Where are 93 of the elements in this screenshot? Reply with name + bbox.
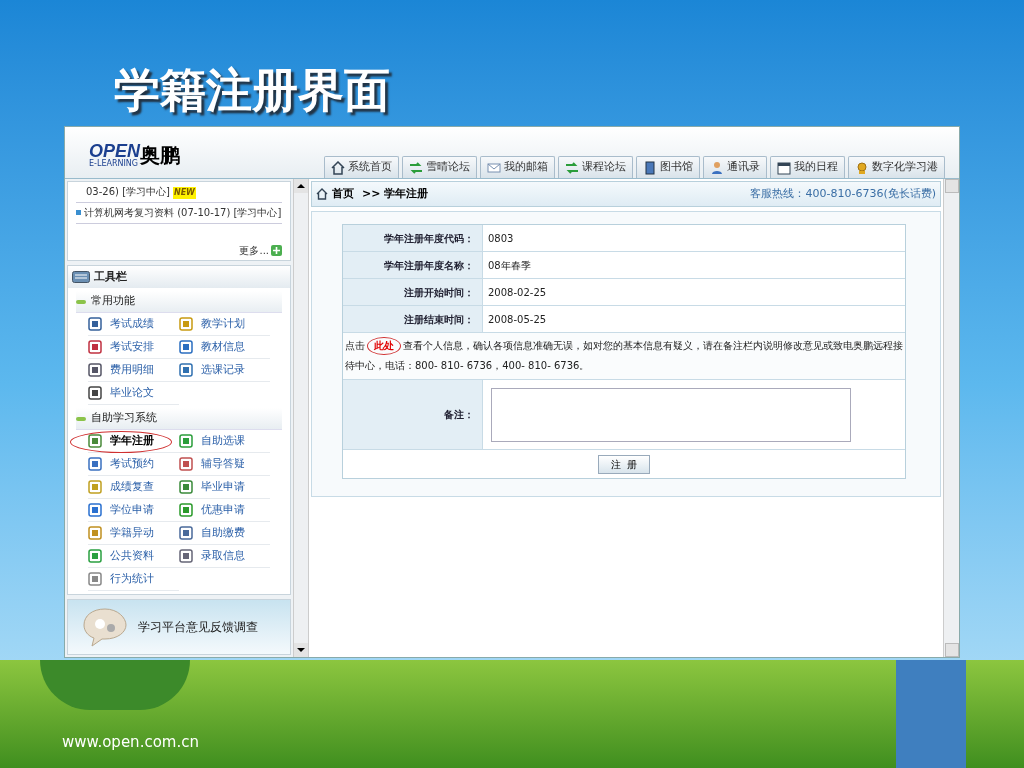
tool-icon bbox=[88, 386, 102, 400]
book-icon bbox=[643, 160, 657, 175]
tool-icon bbox=[88, 317, 102, 331]
breadcrumb-current: >> 学年注册 bbox=[362, 185, 429, 202]
scroll-thumb-bottom[interactable] bbox=[944, 643, 959, 657]
home-link[interactable]: 首页 bbox=[332, 185, 354, 203]
feedback-banner[interactable]: 学习平台意见反馈调查 bbox=[67, 599, 291, 655]
scroll-thumb[interactable] bbox=[944, 179, 959, 193]
nav-tab[interactable]: 我的日程 bbox=[770, 156, 845, 178]
slide-title: 学籍注册界面 bbox=[114, 62, 390, 119]
minus-icon bbox=[76, 299, 86, 304]
minus-icon bbox=[76, 416, 86, 421]
notice-text: 点击 此处 查看个人信息，确认各项信息准确无误，如对您的基本信息有疑义，请在备注栏内说明修改意见或致电奥鹏远程接待中心，电话：800- 810- 6736，400- 810- 6736。 bbox=[345, 336, 903, 376]
section-title[interactable]: 常用功能 bbox=[91, 293, 135, 310]
tool-icon bbox=[179, 457, 193, 471]
nav-tab[interactable]: 系统首页 bbox=[324, 156, 399, 178]
tool-link[interactable]: 毕业申请 bbox=[201, 478, 245, 496]
tool-link[interactable]: 自助选课 bbox=[201, 432, 245, 450]
tool-icon bbox=[179, 363, 193, 377]
scroll-up-icon[interactable] bbox=[294, 179, 308, 193]
tool-icon bbox=[179, 549, 193, 563]
tool-link[interactable]: 毕业论文 bbox=[110, 384, 154, 402]
tool-link[interactable]: 行为统计 bbox=[110, 570, 154, 588]
nav-tab[interactable]: 数字化学习港 bbox=[848, 156, 945, 178]
field-label: 学年注册年度名称： bbox=[343, 252, 483, 278]
main-scrollbar[interactable] bbox=[943, 179, 959, 657]
tool-icon bbox=[88, 434, 102, 448]
field-value: 0803 bbox=[487, 231, 515, 246]
nav-tab[interactable]: 图书馆 bbox=[636, 156, 700, 178]
more-link[interactable]: 更多... bbox=[239, 243, 269, 258]
field-value: 2008-02-25 bbox=[487, 285, 548, 300]
tool-icon bbox=[179, 317, 193, 331]
nav-tab[interactable]: 雪晴论坛 bbox=[402, 156, 477, 178]
tool-link[interactable]: 选课记录 bbox=[201, 361, 245, 379]
tool-icon bbox=[179, 526, 193, 540]
tool-icon bbox=[88, 549, 102, 563]
tool-link[interactable]: 学位申请 bbox=[110, 501, 154, 519]
calendar-icon bbox=[777, 160, 791, 175]
toolbar-title: 工具栏 bbox=[94, 268, 127, 285]
tool-link[interactable]: 成绩复查 bbox=[110, 478, 154, 496]
home-icon bbox=[331, 160, 345, 175]
hotline-text: 客服热线：400-810-6736(免长话费) bbox=[750, 185, 936, 202]
arrows-icon bbox=[565, 160, 579, 175]
envelope-icon bbox=[487, 160, 501, 175]
tool-link[interactable]: 辅导答疑 bbox=[201, 455, 245, 473]
tool-icon bbox=[88, 457, 102, 471]
tool-link[interactable]: 考试安排 bbox=[110, 338, 154, 356]
plus-icon bbox=[271, 245, 282, 256]
nav-tab[interactable]: 通讯录 bbox=[703, 156, 767, 178]
tool-icon bbox=[88, 526, 102, 540]
field-label: 学年注册年度代码： bbox=[343, 225, 483, 251]
tool-link[interactable]: 自助缴费 bbox=[201, 524, 245, 542]
tool-link[interactable]: 录取信息 bbox=[201, 547, 245, 565]
field-label: 注册结束时间： bbox=[343, 306, 483, 332]
home-icon bbox=[316, 188, 328, 200]
news-item[interactable]: 计算机网考复习资料 (07-10-17) [学习中心] bbox=[84, 206, 282, 220]
new-badge: NEW bbox=[172, 187, 196, 199]
tool-link[interactable]: 优惠申请 bbox=[201, 501, 245, 519]
tool-link[interactable]: 教学计划 bbox=[201, 315, 245, 333]
tool-link[interactable]: 学年注册 bbox=[110, 432, 154, 450]
footer-url: www.open.com.cn bbox=[62, 732, 199, 753]
tool-link[interactable]: 教材信息 bbox=[201, 338, 245, 356]
sidebar-scrollbar[interactable] bbox=[293, 179, 309, 657]
field-label: 备注： bbox=[343, 380, 483, 449]
tool-icon bbox=[179, 480, 193, 494]
bullet-icon bbox=[76, 210, 81, 215]
tool-link[interactable]: 学籍异动 bbox=[110, 524, 154, 542]
speech-bubble-icon bbox=[82, 607, 128, 647]
remark-field[interactable] bbox=[491, 387, 851, 442]
scroll-down-icon[interactable] bbox=[294, 643, 308, 657]
register-button[interactable]: 注 册 bbox=[597, 454, 651, 474]
field-value: 08年春季 bbox=[487, 258, 532, 273]
tool-icon bbox=[179, 340, 193, 354]
tool-link[interactable]: 考试成绩 bbox=[110, 315, 154, 333]
field-value: 2008-05-25 bbox=[487, 312, 548, 327]
tool-icon bbox=[88, 363, 102, 377]
tool-icon bbox=[179, 434, 193, 448]
arrows-icon bbox=[409, 160, 423, 175]
nav-tab[interactable]: 我的邮箱 bbox=[480, 156, 555, 178]
tool-icon bbox=[88, 480, 102, 494]
tool-icon bbox=[88, 340, 102, 354]
nav-tab[interactable]: 课程论坛 bbox=[558, 156, 633, 178]
tool-icon bbox=[179, 503, 193, 517]
tool-icon bbox=[88, 503, 102, 517]
tool-link[interactable]: 考试预约 bbox=[110, 455, 154, 473]
tool-icon bbox=[88, 572, 102, 586]
medal-icon bbox=[855, 160, 869, 175]
person-icon bbox=[710, 160, 724, 175]
news-item[interactable]: 03-26) [学习中心] bbox=[86, 185, 170, 199]
tool-link[interactable]: 费用明细 bbox=[110, 361, 154, 379]
keyboard-icon bbox=[72, 271, 90, 283]
tool-link[interactable]: 公共资料 bbox=[110, 547, 154, 565]
field-label: 注册开始时间： bbox=[343, 279, 483, 305]
